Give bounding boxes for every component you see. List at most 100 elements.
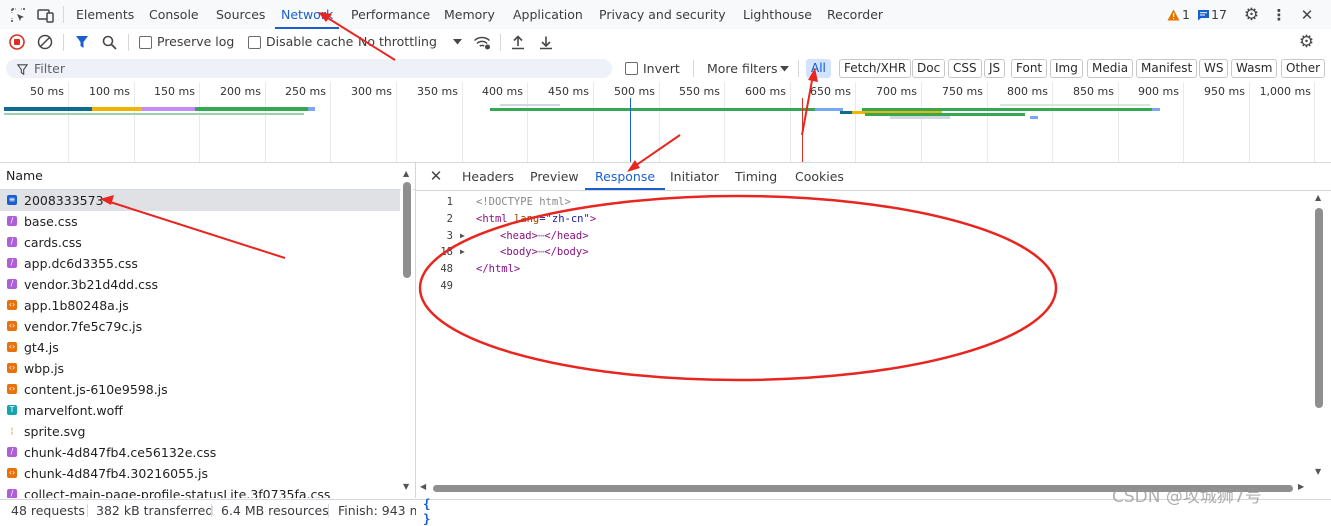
more-options-icon[interactable]: ⋮ bbox=[1272, 6, 1287, 24]
scroll-down-icon[interactable]: ▼ bbox=[1315, 467, 1321, 476]
filter-type-other[interactable]: Other bbox=[1281, 59, 1326, 78]
close-devtools-icon[interactable]: ✕ bbox=[1299, 6, 1315, 24]
tab-performance[interactable]: Performance bbox=[351, 0, 430, 29]
inspect-element-icon[interactable] bbox=[10, 7, 26, 23]
filter-type-img[interactable]: Img bbox=[1050, 59, 1083, 78]
tab-recorder[interactable]: Recorder bbox=[827, 0, 883, 29]
pretty-print-braces-icon[interactable]: { } bbox=[423, 496, 441, 526]
clear-icon[interactable] bbox=[37, 34, 53, 50]
tab-timing[interactable]: Timing bbox=[735, 163, 777, 190]
filter-type-js[interactable]: JS bbox=[984, 59, 1006, 78]
request-row[interactable]: / base.css bbox=[0, 211, 400, 232]
request-row[interactable]: / app.dc6d3355.css bbox=[0, 253, 400, 274]
warning-icon[interactable] bbox=[1167, 8, 1180, 21]
preserve-log-checkbox[interactable] bbox=[139, 36, 152, 49]
request-row[interactable]: T marvelfont.woff bbox=[0, 400, 400, 421]
filter-type-ws[interactable]: WS bbox=[1199, 59, 1229, 78]
filter-type-media[interactable]: Media bbox=[1087, 59, 1134, 78]
scrollbar-thumb[interactable] bbox=[1315, 208, 1323, 408]
request-row[interactable]: ¦ sprite.svg bbox=[0, 421, 400, 442]
invert-label[interactable]: Invert bbox=[643, 55, 680, 82]
tab-initiator[interactable]: Initiator bbox=[670, 163, 719, 190]
expand-arrow-icon[interactable]: ▶ bbox=[460, 231, 465, 240]
tab-console[interactable]: Console bbox=[149, 0, 199, 29]
divider bbox=[798, 60, 799, 77]
request-row[interactable]: / chunk-4d847fb4.ce56132e.css bbox=[0, 442, 400, 463]
request-name: chunk-4d847fb4.30216055.js bbox=[24, 466, 208, 481]
request-row[interactable]: ≡ 2008333573 bbox=[0, 190, 400, 211]
disable-cache-label[interactable]: Disable cache bbox=[266, 29, 353, 55]
response-source-view[interactable]: 1 <!DOCTYPE html> 2 <html lang="zh-cn"> … bbox=[416, 191, 1311, 481]
scroll-right-icon[interactable]: ▶ bbox=[1298, 482, 1304, 491]
request-row[interactable]: ‹› chunk-4d847fb4.30216055.js bbox=[0, 463, 400, 484]
tab-sources[interactable]: Sources bbox=[216, 0, 265, 29]
scroll-up-icon[interactable]: ▲ bbox=[1315, 193, 1321, 202]
invert-checkbox[interactable] bbox=[625, 62, 638, 75]
name-column-header[interactable]: Name bbox=[0, 163, 415, 190]
timeline-tick: 600 ms bbox=[745, 85, 786, 98]
timeline-tick: 50 ms bbox=[30, 85, 64, 98]
code-line: </html> bbox=[476, 263, 521, 275]
waterfall-bar bbox=[195, 107, 308, 111]
css-file-icon: / bbox=[7, 216, 17, 226]
request-row[interactable]: ‹› wbp.js bbox=[0, 358, 400, 379]
filter-type-manifest[interactable]: Manifest bbox=[1136, 59, 1198, 78]
export-har-download-icon[interactable] bbox=[538, 34, 554, 50]
filter-input[interactable]: Filter bbox=[6, 59, 612, 78]
chevron-down-icon[interactable] bbox=[779, 64, 789, 74]
tab-application[interactable]: Application bbox=[513, 0, 583, 29]
request-name: vendor.7fe5c79c.js bbox=[24, 319, 143, 334]
waterfall-bar bbox=[308, 107, 315, 111]
network-conditions-wifi-icon[interactable] bbox=[473, 34, 491, 50]
tab-response[interactable]: Response bbox=[584, 163, 666, 190]
filter-type-fetch-xhr[interactable]: Fetch/XHR bbox=[839, 59, 912, 78]
record-stop-icon[interactable] bbox=[9, 34, 25, 50]
network-settings-gear-icon[interactable]: ⚙ bbox=[1298, 32, 1315, 52]
tab-network[interactable]: Network bbox=[274, 0, 340, 29]
device-toolbar-icon[interactable] bbox=[37, 7, 54, 23]
request-row[interactable]: / collect-main-page-profile-statusLite.3… bbox=[0, 484, 400, 498]
request-list-scrollbar[interactable]: ▲ ▼ bbox=[401, 169, 413, 497]
tab-cookies[interactable]: Cookies bbox=[795, 163, 844, 190]
settings-gear-icon[interactable]: ⚙ bbox=[1243, 5, 1260, 25]
request-row[interactable]: / vendor.3b21d4dd.css bbox=[0, 274, 400, 295]
filter-type-font[interactable]: Font bbox=[1011, 59, 1048, 78]
divider bbox=[693, 60, 694, 77]
import-har-upload-icon[interactable] bbox=[510, 34, 526, 50]
filter-type-all[interactable]: All bbox=[806, 59, 831, 78]
scroll-up-icon[interactable]: ▲ bbox=[403, 169, 409, 178]
tab-elements[interactable]: Elements bbox=[76, 0, 134, 29]
js-file-icon: ‹› bbox=[7, 342, 17, 352]
message-icon[interactable] bbox=[1197, 8, 1210, 21]
preserve-log-label[interactable]: Preserve log bbox=[157, 29, 234, 55]
scroll-down-icon[interactable]: ▼ bbox=[403, 482, 409, 491]
scroll-left-icon[interactable]: ◀ bbox=[420, 482, 426, 491]
filter-type-css[interactable]: CSS bbox=[948, 59, 982, 78]
search-icon[interactable] bbox=[101, 34, 117, 50]
request-row[interactable]: / cards.css bbox=[0, 232, 400, 253]
response-vertical-scrollbar[interactable]: ▲ ▼ bbox=[1312, 191, 1326, 481]
filter-funnel-icon[interactable] bbox=[74, 34, 90, 50]
scrollbar-thumb[interactable] bbox=[403, 182, 411, 278]
request-row[interactable]: ‹› gt4.js bbox=[0, 337, 400, 358]
more-filters-dropdown[interactable]: More filters bbox=[707, 55, 778, 82]
tab-memory[interactable]: Memory bbox=[444, 0, 495, 29]
tab-privacy-security[interactable]: Privacy and security bbox=[599, 0, 726, 29]
tab-preview[interactable]: Preview bbox=[530, 163, 579, 190]
close-detail-icon[interactable]: ✕ bbox=[428, 167, 444, 185]
tab-headers[interactable]: Headers bbox=[462, 163, 514, 190]
warning-count[interactable]: 1 bbox=[1182, 0, 1190, 29]
filter-type-doc[interactable]: Doc bbox=[912, 59, 946, 78]
expand-arrow-icon[interactable]: ▶ bbox=[460, 247, 465, 256]
tab-lighthouse[interactable]: Lighthouse bbox=[743, 0, 812, 29]
network-overview-timeline[interactable]: 50 ms 100 ms 150 ms 200 ms 250 ms 300 ms… bbox=[0, 82, 1331, 163]
throttling-select[interactable]: No throttling bbox=[358, 29, 437, 55]
chevron-down-icon[interactable] bbox=[452, 36, 462, 48]
request-row[interactable]: ‹› app.1b80248a.js bbox=[0, 295, 400, 316]
disable-cache-checkbox[interactable] bbox=[248, 36, 261, 49]
request-row[interactable]: ‹› vendor.7fe5c79c.js bbox=[0, 316, 400, 337]
filter-type-wasm[interactable]: Wasm bbox=[1231, 59, 1278, 78]
request-row[interactable]: ‹› content.js-610e9598.js bbox=[0, 379, 400, 400]
message-count[interactable]: 17 bbox=[1211, 0, 1227, 29]
waterfall-bar bbox=[4, 107, 92, 111]
